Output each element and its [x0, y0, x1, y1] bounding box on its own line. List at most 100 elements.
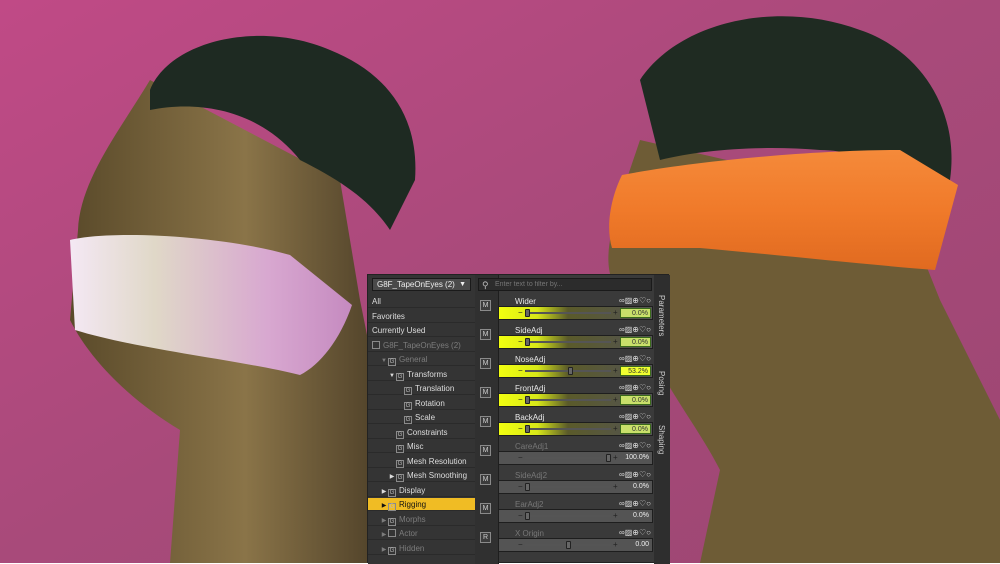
memorize-button[interactable]: R — [480, 532, 491, 543]
parameter-value[interactable]: 0.0% — [620, 482, 651, 492]
figure-select[interactable]: G8F_TapeOnEyes (2) ▼ — [372, 278, 471, 291]
filter-search: ⚲ — [478, 278, 652, 291]
parameter-options-icon[interactable]: ∞▨⊕♡○ — [619, 296, 651, 305]
side-tabs: Parameters Posing Shaping — [654, 275, 670, 564]
parameter-slider[interactable]: − +0.0% — [498, 422, 653, 436]
tree-item[interactable]: ▶ G Display — [368, 484, 475, 497]
expand-right-icon[interactable]: ▶ — [380, 544, 388, 557]
expand-right-icon[interactable]: ▶ — [388, 471, 396, 484]
tree-item[interactable]: ▶ G Morphs — [368, 513, 475, 526]
memorize-button[interactable]: M — [480, 445, 491, 456]
parameter-slider[interactable]: − +0.00 — [498, 538, 653, 552]
tree-item[interactable]: G Constraints — [368, 426, 475, 439]
memorize-button[interactable]: M — [480, 329, 491, 340]
minus-icon[interactable]: − — [518, 307, 523, 319]
plus-icon[interactable]: + — [613, 481, 618, 493]
parameter-slider[interactable]: − +0.0% — [498, 335, 653, 349]
parameter-value[interactable]: 53.2% — [620, 366, 651, 376]
tree-item[interactable]: ▶ Actor — [368, 527, 475, 540]
parameter-slider[interactable]: − +0.0% — [498, 393, 653, 407]
plus-icon[interactable]: + — [613, 452, 618, 464]
group-icon: G — [388, 517, 396, 526]
tree-item[interactable]: ▼ G Transforms — [368, 368, 475, 381]
minus-icon[interactable]: − — [518, 394, 523, 406]
memorize-button[interactable]: M — [480, 416, 491, 427]
parameter-slider[interactable]: − +0.0% — [498, 306, 653, 320]
plus-icon[interactable]: + — [613, 307, 618, 319]
memorize-button[interactable]: M — [480, 503, 491, 514]
minus-icon[interactable]: − — [518, 423, 523, 435]
minus-icon[interactable]: − — [518, 452, 523, 464]
minus-icon[interactable]: − — [518, 481, 523, 493]
tree-item[interactable]: ▼ G General — [368, 353, 475, 366]
parameter-value[interactable]: 100.0% — [620, 453, 651, 463]
plus-icon[interactable]: + — [613, 423, 618, 435]
parameter-row: EarAdj2 ∞▨⊕♡○ − +0.0% — [498, 498, 654, 526]
parameter-slider[interactable]: − +53.2% — [498, 364, 653, 378]
tab-posing[interactable]: Posing — [657, 371, 666, 395]
parameter-options-icon[interactable]: ∞▨⊕♡○ — [619, 499, 651, 508]
memorize-button[interactable]: M — [480, 387, 491, 398]
minus-icon[interactable]: − — [518, 365, 523, 377]
parameter-value[interactable]: 0.0% — [620, 308, 651, 318]
parameter-slider[interactable]: − +100.0% — [498, 451, 653, 465]
parameter-options-icon[interactable]: ∞▨⊕♡○ — [619, 470, 651, 479]
slider-knob[interactable] — [525, 396, 530, 404]
tree-item[interactable]: ▶ G Mesh Smoothing — [368, 469, 475, 482]
tree-item[interactable]: ▶ G Rigging — [368, 498, 475, 511]
minus-icon[interactable]: − — [518, 539, 523, 551]
memorize-button[interactable]: M — [480, 358, 491, 369]
tree-item[interactable]: Currently Used — [368, 324, 475, 337]
slider-knob[interactable] — [525, 425, 530, 433]
slider-knob[interactable] — [565, 541, 571, 549]
parameter-slider[interactable]: − +0.0% — [498, 509, 653, 523]
tab-shaping[interactable]: Shaping — [657, 425, 666, 454]
expand-right-icon[interactable]: ▶ — [380, 500, 388, 513]
minus-icon[interactable]: − — [518, 510, 523, 522]
expand-down-icon[interactable]: ▼ — [380, 355, 388, 368]
slider-knob[interactable] — [568, 367, 574, 375]
plus-icon[interactable]: + — [613, 365, 618, 377]
parameter-value[interactable]: 0.00 — [620, 540, 651, 550]
expand-right-icon[interactable]: ▶ — [380, 529, 388, 542]
plus-icon[interactable]: + — [613, 336, 618, 348]
plus-icon[interactable]: + — [613, 539, 618, 551]
tree-item[interactable]: Favorites — [368, 310, 475, 323]
parameter-options-icon[interactable]: ∞▨⊕♡○ — [619, 412, 651, 421]
tree-item[interactable]: All — [368, 295, 475, 308]
tree-item[interactable]: G Rotation — [368, 397, 475, 410]
expand-right-icon[interactable]: ▶ — [380, 486, 388, 499]
memorize-button[interactable]: M — [480, 300, 491, 311]
tree-item[interactable]: G Scale — [368, 411, 475, 424]
expand-right-icon[interactable]: ▶ — [380, 515, 388, 528]
plus-icon[interactable]: + — [613, 394, 618, 406]
parameter-options-icon[interactable]: ∞▨⊕♡○ — [619, 354, 651, 363]
parameter-label: SideAdj — [515, 326, 543, 335]
slider-knob[interactable] — [525, 512, 530, 520]
filter-input[interactable] — [495, 279, 645, 290]
parameter-value[interactable]: 0.0% — [620, 395, 651, 405]
tree-item[interactable]: ▶ G Hidden — [368, 542, 475, 555]
slider-knob[interactable] — [525, 483, 530, 491]
slider-knob[interactable] — [606, 454, 611, 462]
tree-item-label: Transforms — [407, 369, 448, 379]
slider-knob[interactable] — [525, 309, 530, 317]
tree-item[interactable]: G Misc — [368, 440, 475, 453]
tree-item[interactable]: G8F_TapeOnEyes (2) — [368, 339, 475, 352]
parameter-options-icon[interactable]: ∞▨⊕♡○ — [619, 325, 651, 334]
memorize-button[interactable]: M — [480, 474, 491, 485]
expand-down-icon[interactable]: ▼ — [388, 370, 396, 383]
minus-icon[interactable]: − — [518, 336, 523, 348]
parameter-options-icon[interactable]: ∞▨⊕♡○ — [619, 383, 651, 392]
tab-parameters[interactable]: Parameters — [657, 295, 666, 336]
parameter-value[interactable]: 0.0% — [620, 424, 651, 434]
tree-item[interactable]: G Translation — [368, 382, 475, 395]
parameter-options-icon[interactable]: ∞▨⊕♡○ — [619, 441, 651, 450]
plus-icon[interactable]: + — [613, 510, 618, 522]
tree-item[interactable]: G Mesh Resolution — [368, 455, 475, 468]
parameter-options-icon[interactable]: ∞▨⊕♡○ — [619, 528, 651, 537]
parameter-value[interactable]: 0.0% — [620, 337, 651, 347]
slider-knob[interactable] — [525, 338, 530, 346]
parameter-slider[interactable]: − +0.0% — [498, 480, 653, 494]
parameter-value[interactable]: 0.0% — [620, 511, 651, 521]
